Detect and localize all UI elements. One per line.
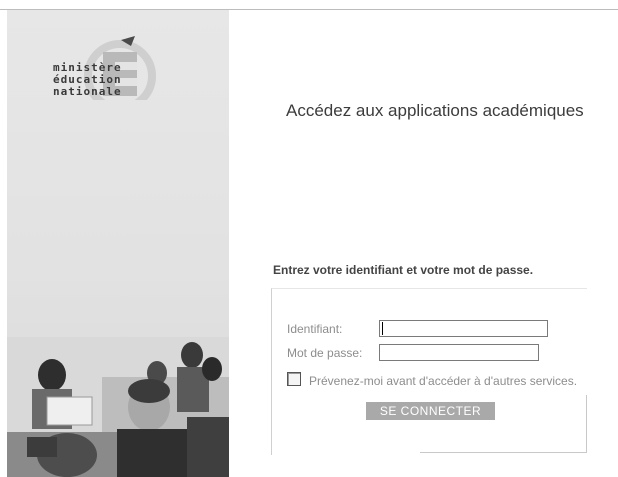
warn-before-services-label: Prévenez-moi avant d'accéder à d'autres … — [309, 374, 578, 388]
branding-panel: ministère éducation nationale — [7, 10, 229, 477]
login-box-right-border — [586, 395, 587, 452]
ministry-logo: ministère éducation nationale — [35, 18, 205, 112]
text-caret — [382, 322, 383, 335]
password-field[interactable] — [379, 344, 539, 361]
username-field[interactable] — [379, 320, 548, 337]
username-label: Identifiant: — [287, 322, 343, 336]
connect-button[interactable]: SE CONNECTER — [366, 402, 495, 420]
password-label: Mot de passe: — [287, 346, 363, 360]
login-instructions: Entrez votre identifiant et votre mot de… — [273, 263, 534, 277]
logo-line-3: nationale — [53, 85, 122, 98]
classroom-photo — [7, 337, 229, 477]
login-form-box — [271, 288, 587, 455]
ministry-logo-text: ministère éducation nationale — [53, 62, 122, 98]
warn-before-services-checkbox[interactable] — [287, 372, 301, 386]
page-headline: Accédez aux applications académiques — [286, 101, 584, 120]
login-box-bottom-border — [420, 452, 587, 453]
